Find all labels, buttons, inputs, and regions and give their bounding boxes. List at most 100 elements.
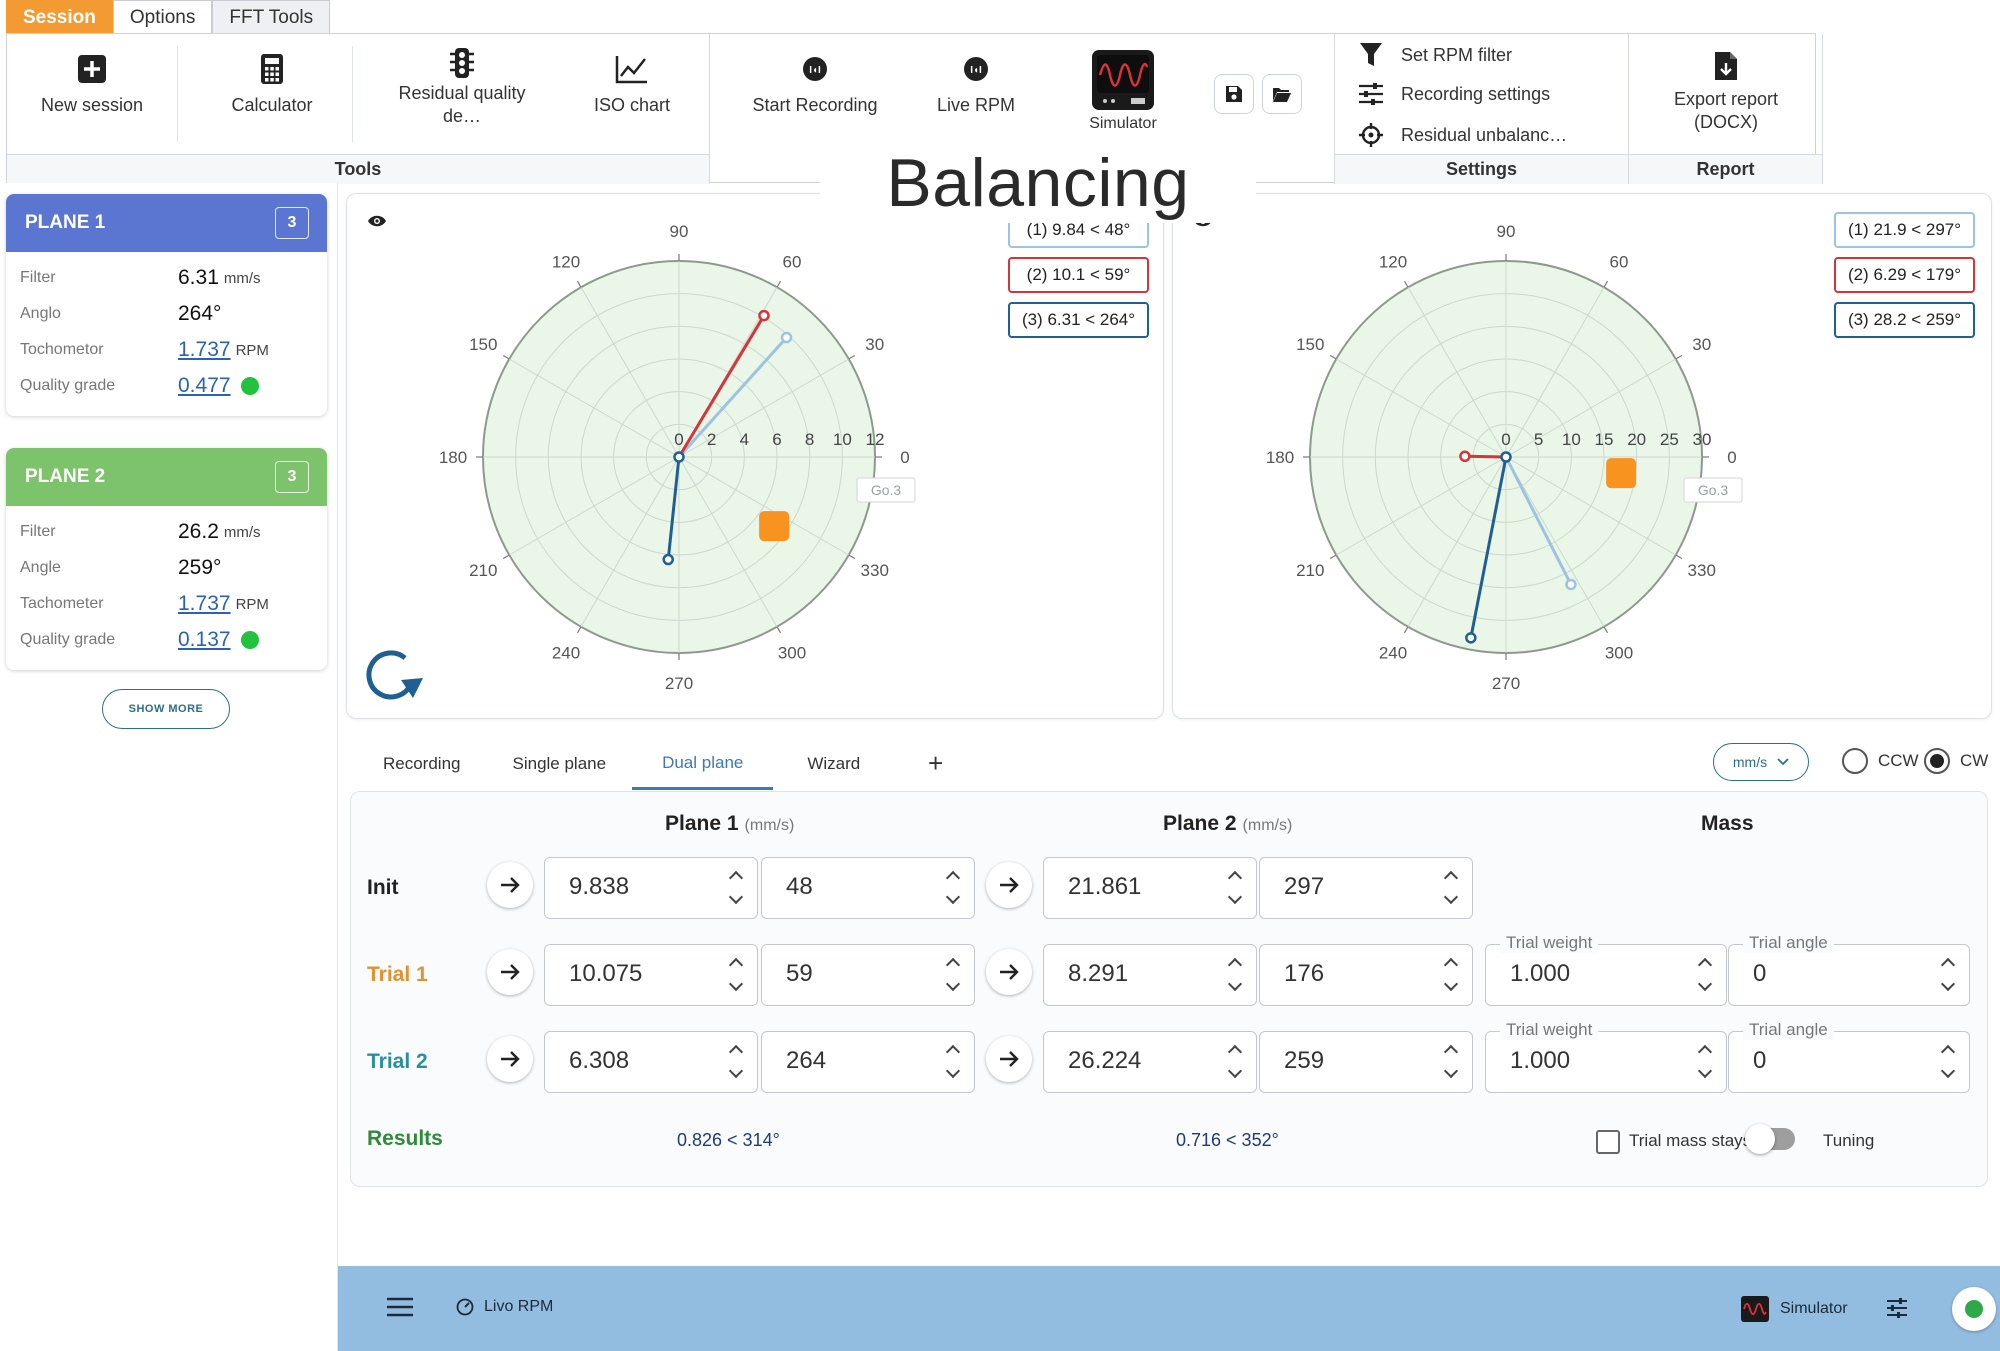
trial-2-plane-1-fetch-button[interactable] — [487, 1036, 533, 1082]
stepper[interactable] — [715, 858, 757, 917]
plane-2-card[interactable]: PLANE 2 3 Filter 26.2 mm/s Angle 259° Tacho… — [6, 448, 327, 670]
plane-2-header: PLANE 2 3 — [6, 448, 327, 506]
tab-dual-plane[interactable]: Dual plane — [632, 738, 774, 790]
quality-grade-link[interactable]: 0.477 — [178, 374, 231, 398]
angle-tick-label: 60 — [1610, 252, 1629, 271]
iso-chart-button[interactable]: ISO chart — [562, 44, 702, 154]
trial-1-plane-1-fetch-button[interactable] — [487, 949, 533, 995]
legend-vector-1[interactable]: (1) 21.9 < 297° — [1834, 212, 1975, 248]
stepper[interactable] — [1214, 858, 1256, 917]
trial-1-plane-2-fetch-button[interactable] — [986, 949, 1032, 995]
radius-tick-label: 4 — [740, 430, 749, 449]
gauge-icon: I◖I — [802, 44, 828, 94]
residual-quality-button[interactable]: Residual quality de… — [382, 44, 542, 154]
settings-sliders-button[interactable] — [1886, 1298, 1908, 1318]
trial-2-plane-2-angle-input[interactable]: 259 — [1259, 1031, 1473, 1093]
trial-1-weight-input[interactable]: Trial weight 1.000 — [1485, 933, 1727, 1006]
tachometer-value-link[interactable]: 1.737 — [178, 338, 231, 362]
tuning-toggle[interactable] — [1745, 1124, 1795, 1154]
svg-text:I◖I: I◖I — [809, 65, 821, 76]
ribbon-group-report: Export report (DOCX) Report — [1629, 34, 1823, 184]
stepper[interactable] — [1684, 945, 1726, 1004]
tab-fft-tools[interactable]: FFT Tools — [212, 0, 331, 34]
stepper[interactable] — [1214, 945, 1256, 1004]
trial-1-angle-input[interactable]: Trial angle 0 — [1728, 933, 1970, 1006]
simulator-button[interactable]: Simulator — [1058, 44, 1188, 154]
trial-1-plane-1-angle-input[interactable]: 59 — [761, 944, 975, 1006]
polar-tick — [776, 626, 782, 634]
sliders-icon — [1357, 82, 1385, 106]
stepper[interactable] — [932, 945, 974, 1004]
live-rpm-status-button[interactable]: Livo RPM — [456, 1298, 553, 1316]
calculator-button[interactable]: Calculator — [197, 44, 347, 154]
ccw-radio-group[interactable]: CCW — [1842, 748, 1919, 774]
tab-recording[interactable]: Recording — [357, 738, 487, 790]
stepper[interactable] — [1684, 1032, 1726, 1091]
show-more-button[interactable]: SHOW MORE — [102, 689, 230, 729]
tab-options[interactable]: Options — [112, 0, 213, 34]
tab-session[interactable]: Session — [6, 0, 113, 34]
init-plane-2-fetch-button[interactable] — [986, 862, 1032, 908]
legend-vector-2[interactable]: (2) 6.29 < 179° — [1834, 257, 1975, 293]
trial-1-plane-2-magnitude-input[interactable]: 8.291 — [1043, 944, 1257, 1006]
stepper[interactable] — [932, 1032, 974, 1091]
stepper[interactable] — [1430, 1032, 1472, 1091]
trial-2-plane-1-angle-input[interactable]: 264 — [761, 1031, 975, 1093]
trial-2-plane-2-magnitude-input[interactable]: 26.224 — [1043, 1031, 1257, 1093]
tag-label: Go.3 — [871, 482, 902, 498]
stepper[interactable] — [1927, 1032, 1969, 1091]
tachometer-value-link[interactable]: 1.737 — [178, 592, 231, 616]
trial-1-plane-2-angle-input[interactable]: 176 — [1259, 944, 1473, 1006]
stepper[interactable] — [1430, 945, 1472, 1004]
ccw-radio[interactable] — [1842, 748, 1868, 774]
init-plane-2-magnitude-input[interactable]: 21.861 — [1043, 857, 1257, 919]
cw-radio[interactable] — [1924, 748, 1950, 774]
plane-1-card[interactable]: PLANE 1 3 Filter 6.31 mm/s Anglo 264° Tocho… — [6, 194, 327, 416]
connection-status-indicator[interactable] — [1952, 1287, 1996, 1331]
stepper[interactable] — [715, 945, 757, 1004]
residual-unbalance-button[interactable]: Residual unbalanc… — [1357, 122, 1567, 148]
open-folder-button[interactable] — [1262, 74, 1302, 114]
trial-2-plane-2-fetch-button[interactable] — [986, 1036, 1032, 1082]
init-plane-1-angle-input[interactable]: 48 — [761, 857, 975, 919]
trial-2-angle-input[interactable]: Trial angle 0 — [1728, 1020, 1970, 1093]
cw-radio-group[interactable]: CW — [1924, 748, 1988, 774]
set-rpm-filter-button[interactable]: Set RPM filter — [1357, 42, 1512, 68]
stepper[interactable] — [715, 1032, 757, 1091]
ribbon-group-tools: New session Calculator Residual quality … — [7, 34, 710, 184]
residual-unbalance-label: Residual unbalanc… — [1401, 124, 1568, 145]
tab-single-plane[interactable]: Single plane — [487, 738, 633, 790]
tuning-label: Tuning — [1823, 1131, 1875, 1150]
recording-settings-button[interactable]: Recording settings — [1357, 82, 1550, 106]
stepper[interactable] — [1214, 1032, 1256, 1091]
unit-select[interactable]: mm/s — [1713, 743, 1809, 781]
angle-value: 259° — [178, 556, 222, 579]
stepper[interactable] — [932, 858, 974, 917]
export-report-button[interactable]: Export report (DOCX) — [1639, 44, 1813, 154]
menu-button[interactable] — [386, 1297, 414, 1317]
save-button[interactable] — [1214, 74, 1254, 114]
stepper[interactable] — [1927, 945, 1969, 1004]
simulator-status-button[interactable]: Simulator — [1740, 1295, 1848, 1323]
trial-1-plane-1-magnitude-input[interactable]: 10.075 — [544, 944, 758, 1006]
init-plane-2-angle-input[interactable]: 297 — [1259, 857, 1473, 919]
init-plane-1-fetch-button[interactable] — [487, 862, 533, 908]
angle-tick-label: 210 — [469, 561, 497, 580]
trial-mass-stays-checkbox[interactable] — [1596, 1130, 1620, 1154]
add-tab-plus-icon[interactable]: + — [928, 748, 943, 779]
tab-wizard[interactable]: Wizard — [773, 738, 894, 790]
legend-vector-3[interactable]: (3) 6.31 < 264° — [1008, 302, 1149, 338]
stepper[interactable] — [1430, 858, 1472, 917]
legend-vector-3[interactable]: (3) 28.2 < 259° — [1834, 302, 1975, 338]
live-rpm-button[interactable]: I◖I Live RPM — [906, 44, 1046, 154]
angle-tick-label: 270 — [665, 674, 693, 693]
trial-2-plane-1-magnitude-input[interactable]: 6.308 — [544, 1031, 758, 1093]
angle-tick-label: 330 — [1688, 561, 1716, 580]
radius-tick-label: 30 — [1693, 430, 1712, 449]
legend-vector-2[interactable]: (2) 10.1 < 59° — [1008, 257, 1149, 293]
quality-grade-link[interactable]: 0.137 — [178, 628, 231, 652]
new-session-button[interactable]: New session — [17, 44, 167, 154]
init-plane-1-magnitude-input[interactable]: 9.838 — [544, 857, 758, 919]
trial-2-weight-input[interactable]: Trial weight 1.000 — [1485, 1020, 1727, 1093]
start-recording-button[interactable]: I◖I Start Recording — [730, 44, 900, 154]
